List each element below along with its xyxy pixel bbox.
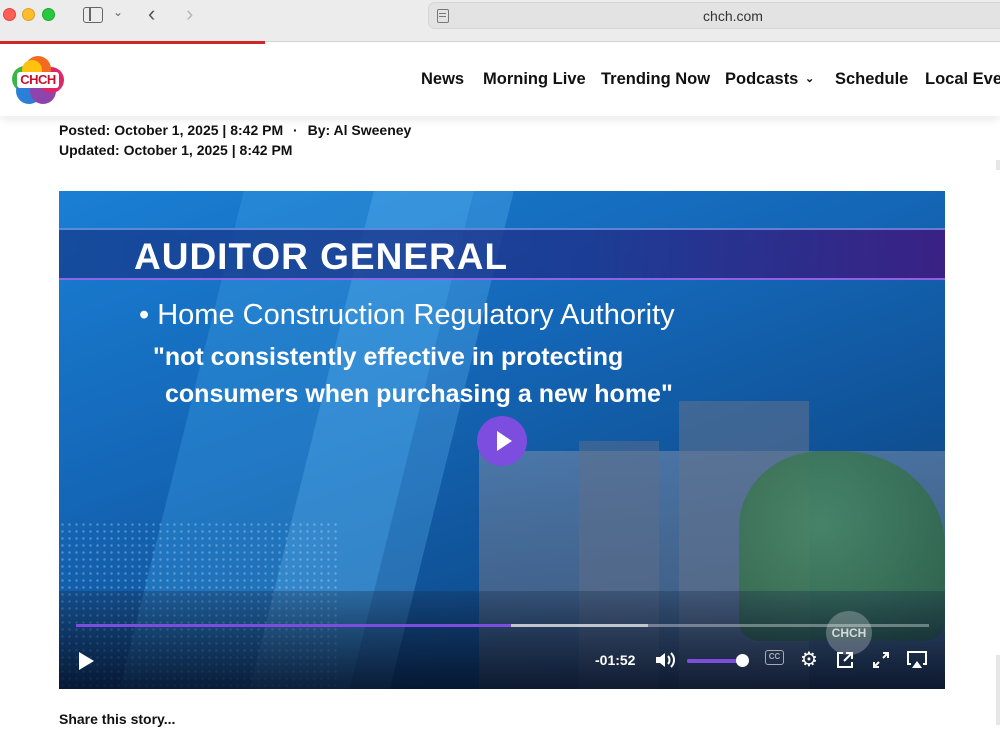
nav-podcasts[interactable]: Podcasts	[725, 70, 798, 89]
cc-icon[interactable]: CC	[765, 650, 784, 665]
video-player[interactable]: AUDITOR GENERAL • Home Construction Regu…	[59, 191, 945, 689]
posted-date: October 1, 2025 | 8:42 PM	[114, 122, 284, 138]
updated-date: October 1, 2025 | 8:42 PM	[123, 142, 293, 158]
minimize-window-button[interactable]	[22, 8, 35, 21]
fullscreen-icon[interactable]	[872, 651, 890, 669]
volume-knob[interactable]	[736, 654, 749, 667]
updated-line: Updated: October 1, 2025 | 8:42 PM	[59, 142, 292, 158]
video-bullet-text: • Home Construction Regulatory Authority	[139, 299, 675, 331]
nav-schedule[interactable]: Schedule	[835, 70, 908, 89]
page-edge	[996, 655, 1000, 725]
video-title-card: AUDITOR GENERAL	[134, 236, 509, 277]
nav-morning-live[interactable]: Morning Live	[483, 70, 586, 89]
video-quote-line-1: "not consistently effective in protectin…	[153, 343, 624, 371]
volume-icon[interactable]	[655, 651, 677, 669]
nav-trending-now[interactable]: Trending Now	[601, 70, 710, 89]
played-progress	[76, 624, 512, 627]
close-window-button[interactable]	[3, 8, 16, 21]
back-button[interactable]: ‹	[148, 1, 155, 27]
video-progress-bar[interactable]	[76, 624, 929, 627]
popout-icon[interactable]	[836, 651, 854, 669]
logo-text: CHCH	[17, 72, 59, 88]
posted-line: Posted: October 1, 2025 | 8:42 PM · By: …	[59, 122, 411, 138]
video-title-band: AUDITOR GENERAL	[59, 228, 945, 280]
video-background-ground	[59, 591, 945, 689]
meta-separator: ·	[293, 122, 298, 138]
chch-watermark: CHCH	[826, 611, 872, 655]
url-text: chch.com	[703, 8, 763, 24]
gear-icon[interactable]: ⚙	[800, 650, 818, 670]
big-play-button[interactable]	[477, 416, 527, 466]
chevron-down-icon[interactable]: ⌄	[113, 5, 123, 19]
video-quote-line-2: consumers when purchasing a new home"	[165, 380, 673, 408]
share-heading: Share this story...	[59, 711, 176, 727]
updated-label: Updated:	[59, 142, 120, 158]
forward-button[interactable]: ›	[186, 1, 193, 27]
byline-author[interactable]: Al Sweeney	[334, 122, 412, 138]
zoom-window-button[interactable]	[42, 8, 55, 21]
volume-level	[687, 659, 743, 663]
play-icon[interactable]	[79, 652, 94, 670]
byline-label: By:	[307, 122, 331, 138]
airplay-icon[interactable]	[907, 651, 927, 669]
sidebar-toggle-icon[interactable]	[83, 7, 103, 23]
address-bar[interactable]: chch.com	[428, 2, 1000, 29]
site-header: CHCH News Morning Live Trending Now Podc…	[0, 44, 1000, 116]
chch-logo[interactable]: CHCH	[12, 56, 64, 104]
page-edge	[996, 160, 1000, 170]
chevron-down-icon[interactable]: ⌄	[805, 72, 814, 85]
browser-toolbar: ⌄ ‹ › chch.com	[0, 0, 1000, 42]
nav-news[interactable]: News	[421, 70, 464, 89]
nav-local-events[interactable]: Local Eve	[925, 70, 1000, 89]
time-remaining: -01:52	[595, 652, 636, 668]
volume-slider[interactable]	[687, 659, 743, 663]
posted-label: Posted:	[59, 122, 111, 138]
